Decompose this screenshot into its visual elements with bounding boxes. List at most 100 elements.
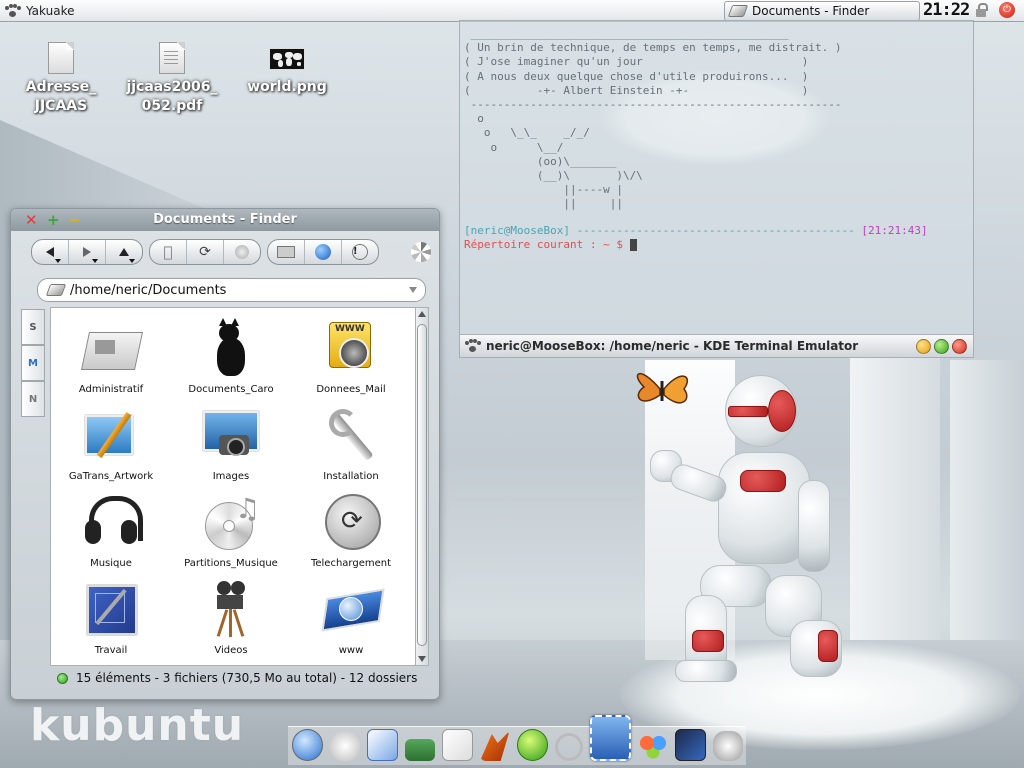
matlab-icon[interactable]	[480, 731, 510, 761]
mail-stamp-icon[interactable]	[589, 715, 631, 761]
folder-item[interactable]: Musique	[51, 492, 171, 579]
reload-button[interactable]: ⟳	[187, 240, 224, 264]
folder-item[interactable]: GaTrans_Artwork	[51, 405, 171, 492]
dock	[288, 715, 746, 765]
stop-button[interactable]	[224, 240, 260, 264]
msn-icon[interactable]	[638, 731, 668, 761]
terminal-input-line[interactable]: Répertoire courant : ~ $	[464, 238, 637, 252]
folder-label: Videos	[214, 645, 248, 656]
home-button[interactable]: 	[150, 240, 187, 264]
desktop-icon-world[interactable]: world.png	[232, 42, 342, 97]
folder-item[interactable]: Travail	[51, 579, 171, 665]
forward-arrow-icon	[83, 247, 91, 257]
navigation-buttons	[31, 239, 143, 265]
terminal-prompt-line: [neric@MooseBox] -----------------------…	[464, 224, 928, 238]
scroll-down-icon[interactable]	[418, 656, 426, 662]
folder-item[interactable]: www	[291, 579, 411, 665]
image-icon	[269, 48, 305, 70]
prompt-dir: ~ $	[596, 238, 630, 251]
safari-icon[interactable]	[291, 729, 323, 761]
close-button[interactable]	[952, 339, 967, 354]
up-button[interactable]	[106, 240, 142, 264]
folder-label: Donnees_Mail	[316, 384, 386, 395]
finder-window[interactable]: ✕ + − Documents - Finder  ⟳ ! /home/ner…	[10, 208, 440, 700]
warning-icon: !	[352, 244, 368, 260]
desktop-icon-label: Adresse_	[25, 79, 97, 95]
desktop-icon-adresse[interactable]: Adresse_ JJCAAS	[6, 42, 116, 116]
finder-toolbar:  ⟳ !	[31, 239, 385, 265]
speaker-icon[interactable]	[713, 731, 743, 761]
butterfly-illustration	[636, 373, 689, 404]
action-buttons:  ⟳	[149, 239, 261, 265]
folder-item[interactable]: Images	[171, 405, 291, 492]
prompt-time: [21:21:43]	[861, 224, 928, 237]
pdf-icon	[159, 42, 185, 74]
taskbar-window-button[interactable]: Documents - Finder	[724, 1, 920, 21]
wrench-icon	[321, 405, 381, 465]
scroll-up-icon[interactable]	[418, 311, 426, 317]
sidebar-tab-label: M	[28, 357, 38, 369]
folder-item[interactable]: ♫ Partitions_Musique	[171, 492, 291, 579]
search-icon[interactable]	[555, 733, 583, 761]
up-arrow-icon	[119, 248, 129, 256]
folder-item[interactable]: ⟳ Telechargement	[291, 492, 411, 579]
clock[interactable]: 21:22	[923, 0, 970, 20]
finder-titlebar[interactable]: ✕ + − Documents - Finder	[11, 209, 439, 231]
terminal-fortune-output: ________________________________________…	[464, 27, 842, 211]
robot-illustration	[640, 370, 860, 690]
maximize-button[interactable]	[934, 339, 949, 354]
forward-button[interactable]	[69, 240, 106, 264]
movie-camera-icon	[201, 579, 261, 639]
imovie-icon[interactable]	[674, 729, 706, 761]
kde-paw-icon	[464, 339, 481, 353]
finder-window-icon	[727, 5, 749, 17]
file-view[interactable]: Administratif Documents_Caro WWW Donnees…	[50, 307, 417, 666]
artwork-pen-icon	[81, 405, 141, 465]
skype-icon[interactable]	[516, 729, 548, 761]
sidebar-tab-0[interactable]: S	[21, 309, 45, 345]
terminal-titlebar[interactable]: neric@MooseBox: /home/neric - KDE Termin…	[460, 334, 973, 357]
network-button[interactable]	[305, 240, 342, 264]
info-button[interactable]: !	[342, 240, 378, 264]
folder-item[interactable]: Administratif	[51, 318, 171, 405]
camera-photo-icon	[201, 405, 261, 465]
status-indicator-icon	[57, 672, 68, 684]
apple-icon[interactable]	[330, 731, 360, 761]
desktop-icon-label: 052.pdf	[141, 98, 203, 114]
scroll-thumb[interactable]	[417, 324, 427, 646]
reload-icon: ⟳	[199, 244, 211, 260]
folder-item[interactable]: WWW Donnees_Mail	[291, 318, 411, 405]
document-icon	[48, 42, 74, 74]
minimize-button[interactable]	[916, 339, 931, 354]
apple-icon: 	[163, 243, 172, 261]
finder-statusbar: 15 éléments - 3 fichiers (730,5 Mo au to…	[57, 671, 417, 685]
active-app-title: Yakuake	[26, 3, 75, 18]
sidebar-tab-1[interactable]: M	[21, 345, 45, 381]
newspaper-icon	[80, 318, 144, 378]
folder-label: Administratif	[78, 384, 144, 395]
print-button[interactable]	[268, 240, 305, 264]
desktop-icon-pdf[interactable]: jjcaas2006_ 052.pdf	[117, 42, 227, 116]
folder-label: Installation	[323, 471, 379, 482]
folder-item[interactable]: Documents_Caro	[171, 318, 291, 405]
books-icon[interactable]	[405, 739, 435, 761]
lock-screen-icon[interactable]	[976, 3, 988, 17]
power-icon[interactable]: ⏻	[999, 2, 1015, 18]
folder-item[interactable]: Videos	[171, 579, 291, 665]
prompt-dashes: ----------------------------------------…	[569, 224, 862, 237]
terminal-window[interactable]: ________________________________________…	[459, 20, 974, 358]
sync-icon: ⟳	[321, 492, 381, 552]
printer-icon	[277, 246, 295, 258]
kde-paw-icon[interactable]	[4, 3, 21, 18]
folder-label: Travail	[94, 645, 128, 656]
chevron-down-icon[interactable]	[409, 287, 417, 293]
back-button[interactable]	[32, 240, 69, 264]
textedit-icon[interactable]	[366, 729, 398, 761]
path-bar[interactable]: /home/neric/Documents	[37, 278, 426, 302]
vertical-scrollbar[interactable]	[415, 307, 429, 666]
terminal-title: neric@MooseBox: /home/neric - KDE Termin…	[486, 339, 859, 353]
sidebar-tab-2[interactable]: N	[21, 381, 45, 417]
folder-item[interactable]: Installation	[291, 405, 411, 492]
font-book-icon[interactable]	[441, 729, 473, 761]
folder-label: www	[338, 645, 364, 656]
